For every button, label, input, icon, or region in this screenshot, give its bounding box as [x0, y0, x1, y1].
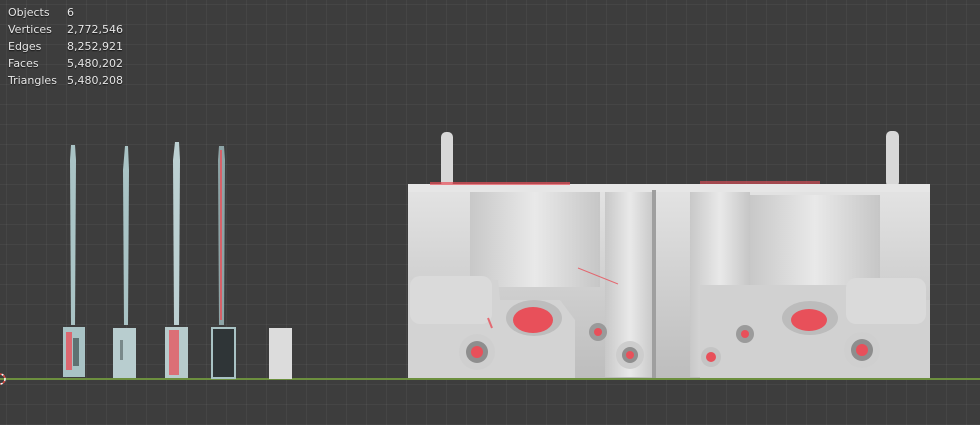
block-mesh[interactable]	[269, 328, 292, 379]
bolt-mesh-1[interactable]	[63, 145, 85, 377]
bolt-mesh-3[interactable]	[165, 142, 188, 378]
scene-meshes[interactable]	[0, 0, 980, 425]
bolt-mesh-2[interactable]	[113, 146, 136, 378]
3d-cursor-icon[interactable]	[0, 373, 6, 385]
bolt-mesh-4[interactable]	[211, 146, 236, 379]
cylinder-head-mesh[interactable]	[408, 131, 930, 378]
3d-viewport[interactable]: Objects 6 Vertices 2,772,546 Edges 8,252…	[0, 0, 980, 425]
